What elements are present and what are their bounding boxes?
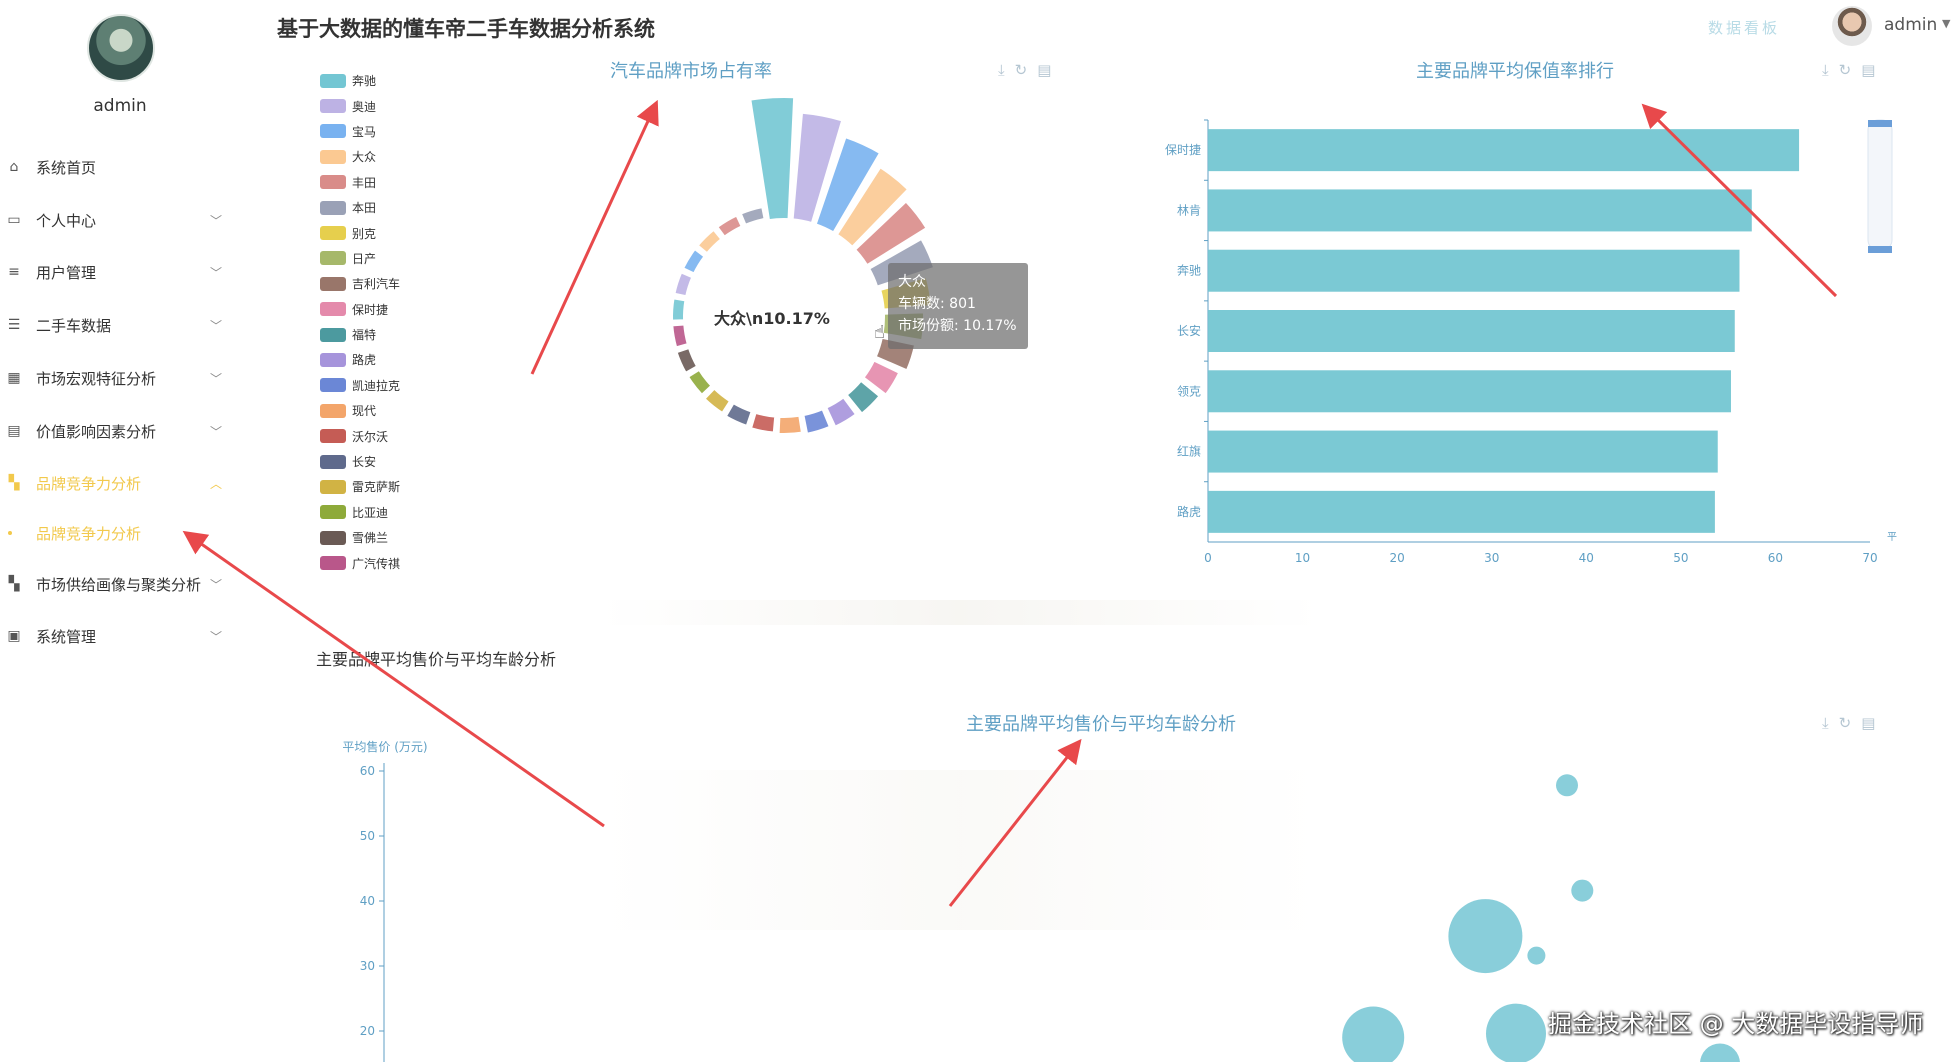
y-tick-label: 20 [360, 1024, 375, 1038]
bubble-point[interactable] [1486, 1003, 1546, 1062]
watermark: 掘金技术社区 @ 大数据毕设指导师 [1548, 1010, 1924, 1038]
bubble-point[interactable] [1700, 1043, 1740, 1062]
y-axis-title: 平均售价 (万元) [342, 739, 427, 754]
y-tick-label: 60 [360, 764, 375, 778]
bubble-point[interactable] [1342, 1006, 1405, 1062]
bubble-point[interactable] [1571, 879, 1594, 902]
y-tick-label: 30 [360, 959, 375, 973]
bubble-point[interactable] [1527, 946, 1546, 965]
y-tick-label: 40 [360, 894, 375, 908]
bubble-point[interactable] [1448, 899, 1523, 974]
bubble-point[interactable] [1556, 774, 1578, 797]
y-tick-label: 50 [360, 829, 375, 843]
bubble-chart[interactable]: 平均售价 (万元) 60 50 40 30 20 [0, 0, 1959, 1062]
